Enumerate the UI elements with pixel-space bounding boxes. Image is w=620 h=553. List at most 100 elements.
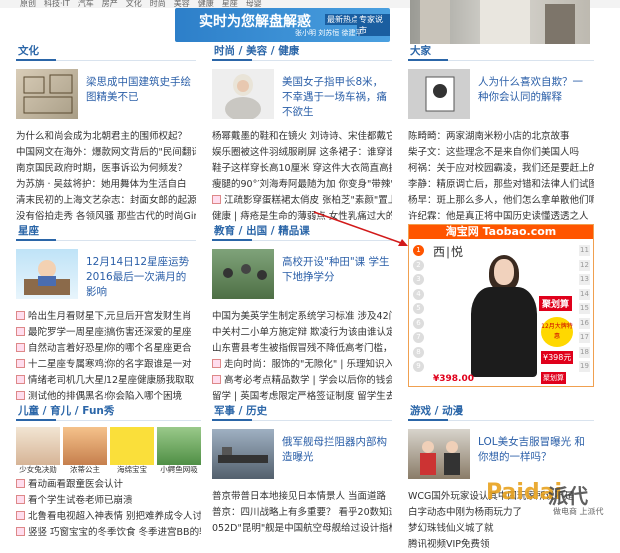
video-thumb[interactable]: 浓蒂公主 [63, 427, 107, 475]
news-link[interactable]: 测试他的排偶黑名单 [16, 389, 106, 405]
news-link[interactable]: 中关村二小单方施定辩 欺凌行为该由谁认定 [212, 325, 392, 341]
news-link[interactable]: 柯祸：关于应对校园霸凌，我们还是要赶上的一课 [408, 161, 594, 177]
feature-title-link[interactable]: LOL美女吉服冒曝光 和你想的一样吗？ [478, 435, 588, 465]
nav-link[interactable]: 时尚 [150, 0, 166, 8]
news-link[interactable]: 普京：四川战略上有多重要？ 看乎20数知道了 [212, 505, 392, 521]
section-title[interactable]: 军事 / 历史 [212, 405, 267, 417]
news-link[interactable]: 看动画看跟童医会认计 [16, 477, 201, 493]
nav-link[interactable]: 健康 [198, 0, 214, 8]
news-link[interactable]: 梦幻珠钱仙义城了就 [408, 521, 594, 537]
ad-index-dot[interactable]: 8 [413, 346, 424, 358]
video-thumb[interactable]: 少女兔决勋 [16, 427, 60, 475]
news-link[interactable]: 052D"昆明"舰是中国航空母舰给过设计指标 [212, 521, 392, 537]
news-link[interactable]: 十二星座专属寒鸡汤 [16, 357, 106, 373]
news-link[interactable]: 走向时尚：服饰的"无隙化" | 乐理知识入门 [212, 357, 392, 373]
ad-index-dot[interactable]: 3 [413, 274, 424, 285]
news-link[interactable]: 高考必考点精品数学 | 学会以后你的钱会高 [212, 373, 392, 389]
ad-index-dot[interactable]: 5 [413, 303, 424, 314]
ad-index-dot[interactable]: 9 [413, 361, 424, 372]
ad-index-dot[interactable]: 12 [579, 259, 590, 271]
section-title[interactable]: 时尚 / 美容 / 健康 [212, 45, 299, 57]
news-link[interactable]: 清末民初的上海文艺杂志：封面女郎的起源 [16, 193, 196, 209]
feature-image[interactable] [16, 249, 78, 299]
taobao-header[interactable]: 淘宝网 Taobao.com [409, 225, 593, 239]
ad-index-dot[interactable]: 4 [413, 288, 424, 300]
ad-buy-button[interactable]: 聚划算 [541, 372, 566, 384]
feature-image[interactable] [16, 69, 78, 119]
news-link[interactable]: 中国为美英学生制定系统学习标准 涉及42门学科 [212, 309, 392, 325]
news-link[interactable]: 你的哪个名星座更合 [106, 341, 196, 357]
promo-banner[interactable]: 实时为您解盘解惑 最新热点 专家说市 张小明 刘苏恒 徐建平 [175, 8, 390, 42]
section-title[interactable]: 星座 [16, 225, 39, 237]
interior-photo[interactable] [410, 0, 590, 44]
video-thumb[interactable]: 海绵宝宝 [110, 427, 154, 475]
ad-index-dot[interactable]: 6 [413, 317, 424, 329]
news-link[interactable]: 中国网文在海外：爆款网文背后的"民间翻译组" [16, 145, 196, 161]
section-title[interactable]: 大家 [408, 45, 431, 57]
nav-link[interactable]: 美容 [174, 0, 190, 8]
ad-index-dot[interactable]: 17 [579, 332, 590, 343]
ad-index-dot[interactable]: 14 [579, 288, 590, 300]
nav-link[interactable]: 星座 [222, 0, 238, 8]
news-link[interactable]: 竖竖 巧窗宝宝的冬季饮食 冬季进宫BB的辅食 [16, 525, 201, 541]
feature-title-link[interactable]: 梁思成中国建筑史手绘图精美不已 [86, 75, 196, 105]
ad-index-dot[interactable]: 18 [579, 346, 590, 358]
nav-link[interactable]: 文化 [126, 0, 142, 8]
ad-index-dot[interactable]: 1 [413, 245, 424, 256]
news-link[interactable]: 鞋子这样穿长高10厘米 穿这件大衣简直高挑5岁 [212, 161, 392, 177]
ad-index-dot[interactable]: 19 [579, 361, 590, 372]
feature-image[interactable] [408, 69, 470, 119]
news-link[interactable]: 陈畸畸：两家湖南米粉小店的北京故事 [408, 129, 594, 145]
news-link[interactable]: 许纪霖：他是真正将中国历史读懂透透之人 [408, 209, 594, 225]
news-link[interactable]: 普京带普日本地接见日本情景人 当面道路 [212, 489, 392, 505]
nav-link[interactable]: 汽车 [78, 0, 94, 8]
news-link[interactable]: 12星座健康肠我取取 [106, 373, 196, 389]
nav-link[interactable]: 母婴 [246, 0, 262, 8]
news-link[interactable]: 没有俗拍走秀 各领风骚 那些古代的时尚Girl们 [16, 209, 196, 225]
news-link[interactable]: 哈出生月看财星下凡 [16, 309, 106, 325]
news-link[interactable]: 你会陷入哪个困境 [106, 389, 196, 405]
news-link[interactable]: 搞伤害还深爱的星座 [106, 325, 196, 341]
news-link[interactable]: 为苏旃 · 吴兹将护：她用舞体为生活自白 [16, 177, 196, 193]
news-link[interactable]: 李静：精原调亡后，那些对错和法律人们试图得好吗 [408, 177, 594, 193]
feature-title-link[interactable]: 12月14日12星座运势 2016最后一次满月的影响 [86, 255, 196, 300]
news-link[interactable]: 看个学生试卷老师已崩溃 [16, 493, 201, 509]
nav-link[interactable]: 房产 [102, 0, 118, 8]
news-link[interactable]: 腾讯视频VIP免费领 [408, 537, 594, 553]
nav-link[interactable]: 科技·IT [44, 0, 70, 8]
feature-image[interactable] [212, 429, 274, 479]
section-title[interactable]: 教育 / 出国 / 精品课 [212, 225, 310, 237]
news-link[interactable]: 杨幂戴墨的鞋和在镜火 刘诗诗、宋佳都戴它还吃 [212, 129, 392, 145]
ad-creative[interactable]: 西∣悦 聚划算 12月大牌特惠 ¥398元 ¥398.00 聚划算 [429, 241, 576, 386]
section-title[interactable]: 游戏 / 动漫 [408, 405, 463, 417]
news-link[interactable]: 山东曹县考生被指假冒残不降低高考门槛，获刑半年 [212, 341, 392, 357]
ad-index-dot[interactable]: 16 [579, 317, 590, 329]
news-link[interactable]: 瘦腿的90°′刘海寿阿最随为加 你变身"带辣"太美了 [212, 177, 392, 193]
feature-title-link[interactable]: 美国女子指甲长8米，不幸遇于一场车祸，痛不欲生 [282, 75, 392, 120]
news-link[interactable]: 娱乐圈被这件羽绒服刷屏 这条裙子：谁穿谁先瘦 [212, 145, 392, 161]
news-link[interactable]: 江疏影穿蛋糕裙太俏皮 张柏芝"素颜"置上封面 [212, 193, 392, 209]
section-title[interactable]: 文化 [16, 45, 39, 57]
news-link[interactable]: 为什么和尚会成为北朝君主的围师权起？ [16, 129, 196, 145]
news-link[interactable]: 南京国民政府时期，医事诉讼为何频发？ [16, 161, 196, 177]
ad-index-dot[interactable]: 11 [579, 245, 590, 256]
nav-link[interactable]: 原创 [20, 0, 36, 8]
feature-image[interactable] [408, 429, 470, 479]
feature-title-link[interactable]: 高校开设"种田"课 学生下地挣学分 [282, 255, 392, 285]
section-title[interactable]: 儿童 / 育儿 / Fun秀 [16, 405, 114, 417]
feature-title-link[interactable]: 人为什么喜欢自欺？一种你会认同的解释 [478, 75, 588, 105]
news-link[interactable]: 柴子文：这些理念不是来自你们美国人吗 [408, 145, 594, 161]
news-link[interactable]: 杨早：斑上那么多人，他们怎么拿单散他们呢？ [408, 193, 594, 209]
feature-image[interactable] [212, 249, 274, 299]
ad-index-dot[interactable]: 2 [413, 259, 424, 271]
taobao-ad[interactable]: 淘宝网 Taobao.com 123456789 11 12 13 14 15 16 17 1… [408, 224, 594, 387]
news-link[interactable]: 自然动言着好恐星座 [16, 341, 106, 357]
news-link[interactable]: 情绪老司机几大星座 [16, 373, 106, 389]
ad-index-dot[interactable]: 13 [579, 274, 590, 285]
news-link[interactable]: 元旦后开宫发财生肖 [106, 309, 196, 325]
news-link[interactable]: 留学 | 英国考虑限定严格签证制度 留学生去找成本 [212, 389, 392, 405]
news-link[interactable]: 你的名字跟谁是一对 [106, 357, 196, 373]
ad-index-dot[interactable]: 15 [579, 303, 590, 314]
feature-image[interactable] [212, 69, 274, 121]
news-link[interactable]: 最陀罗学一周星座运 [16, 325, 106, 341]
